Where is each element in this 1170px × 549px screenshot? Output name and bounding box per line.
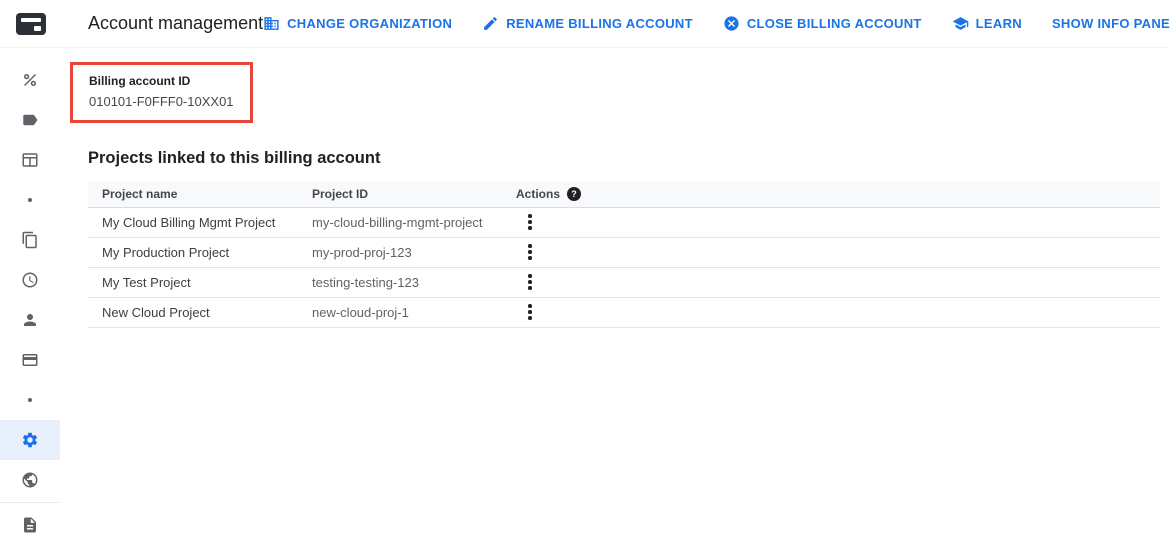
close-billing-account-label: CLOSE BILLING ACCOUNT <box>747 16 922 31</box>
sidebar-item-cost-table[interactable] <box>0 140 60 180</box>
billing-account-id-highlight: Billing account ID 010101-F0FFF0-10XX01 <box>70 62 253 123</box>
learn-school-icon <box>952 15 969 32</box>
rename-billing-account-label: RENAME BILLING ACCOUNT <box>506 16 693 31</box>
column-header-project-id: Project ID <box>312 181 516 207</box>
close-billing-account-button[interactable]: CLOSE BILLING ACCOUNT <box>723 15 922 32</box>
table-row: My Production Project my-prod-proj-123 <box>88 237 1160 267</box>
label-tag-icon <box>21 111 39 129</box>
actions-header-label: Actions <box>516 187 560 201</box>
change-organization-label: CHANGE ORGANIZATION <box>287 16 452 31</box>
show-info-panel-button[interactable]: SHOW INFO PANEL <box>1052 16 1170 31</box>
vertical-three-dot-menu-icon[interactable] <box>522 300 538 324</box>
nav-dot-icon <box>28 398 32 402</box>
credit-card-icon <box>21 351 39 369</box>
sidebar-item-pricing[interactable] <box>0 460 60 500</box>
vertical-three-dot-menu-icon[interactable] <box>522 240 538 264</box>
person-icon <box>21 311 39 329</box>
header-actions: CHANGE ORGANIZATION RENAME BILLING ACCOU… <box>263 15 1170 32</box>
percent-icon <box>21 71 39 89</box>
show-info-panel-label: SHOW INFO PANEL <box>1052 16 1170 31</box>
sidebar-item-history[interactable] <box>0 260 60 300</box>
sidebar-item-collapsed-dot[interactable] <box>0 180 60 220</box>
learn-button[interactable]: LEARN <box>952 15 1022 32</box>
vertical-three-dot-menu-icon[interactable] <box>522 210 538 234</box>
rename-billing-account-button[interactable]: RENAME BILLING ACCOUNT <box>482 15 693 32</box>
document-lines-icon <box>21 516 39 534</box>
column-header-actions: Actions ? <box>516 181 1160 207</box>
billing-account-id-label: Billing account ID <box>89 74 234 88</box>
billing-account-id-value: 010101-F0FFF0-10XX01 <box>89 94 234 109</box>
column-header-project-name: Project name <box>88 181 312 207</box>
project-name-cell: My Cloud Billing Mgmt Project <box>88 207 312 237</box>
logo-card-chip <box>34 26 41 31</box>
sidebar-item-labels[interactable] <box>0 100 60 140</box>
vertical-three-dot-menu-icon[interactable] <box>522 270 538 294</box>
project-id-cell: my-cloud-billing-mgmt-project <box>312 207 516 237</box>
sidebar-item-discounts[interactable] <box>0 60 60 100</box>
learn-label: LEARN <box>976 16 1022 31</box>
logo-card-stripe <box>21 18 41 22</box>
close-circle-icon <box>723 15 740 32</box>
table-header-row: Project name Project ID Actions ? <box>88 181 1160 207</box>
billing-card-logo[interactable] <box>16 13 46 35</box>
documents-copy-icon <box>21 231 39 249</box>
account-management-page: Account management CHANGE ORGANIZATION R… <box>0 0 1170 549</box>
help-question-icon[interactable]: ? <box>567 187 581 201</box>
left-nav-sidebar <box>0 48 60 549</box>
top-bar: Account management CHANGE ORGANIZATION R… <box>0 0 1170 48</box>
organization-grid-icon <box>263 15 280 32</box>
project-id-cell: testing-testing-123 <box>312 267 516 297</box>
table-row: New Cloud Project new-cloud-proj-1 <box>88 297 1160 327</box>
projects-section-title: Projects linked to this billing account <box>88 149 1170 168</box>
project-id-cell: new-cloud-proj-1 <box>312 297 516 327</box>
sidebar-item-documents[interactable] <box>0 220 60 260</box>
table-row: My Cloud Billing Mgmt Project my-cloud-b… <box>88 207 1160 237</box>
project-name-cell: New Cloud Project <box>88 297 312 327</box>
cost-table-icon <box>21 151 39 169</box>
sidebar-item-account-management[interactable] <box>0 420 60 460</box>
page-title: Account management <box>88 13 263 34</box>
project-name-cell: My Test Project <box>88 267 312 297</box>
settings-gear-icon <box>21 431 39 449</box>
nav-dot-icon <box>28 198 32 202</box>
project-id-cell: my-prod-proj-123 <box>312 237 516 267</box>
sidebar-divider <box>0 502 60 503</box>
history-clock-icon <box>21 271 39 289</box>
project-name-cell: My Production Project <box>88 237 312 267</box>
change-organization-button[interactable]: CHANGE ORGANIZATION <box>263 15 452 32</box>
linked-projects-table: Project name Project ID Actions ? My Clo… <box>88 181 1160 328</box>
sidebar-item-collapsed-dot-2[interactable] <box>0 380 60 420</box>
sidebar-item-payment[interactable] <box>0 340 60 380</box>
table-row: My Test Project testing-testing-123 <box>88 267 1160 297</box>
sidebar-item-account[interactable] <box>0 300 60 340</box>
sidebar-item-docs[interactable] <box>0 505 60 545</box>
main-content: Billing account ID 010101-F0FFF0-10XX01 … <box>60 48 1170 549</box>
pencil-icon <box>482 15 499 32</box>
globe-icon <box>21 471 39 489</box>
